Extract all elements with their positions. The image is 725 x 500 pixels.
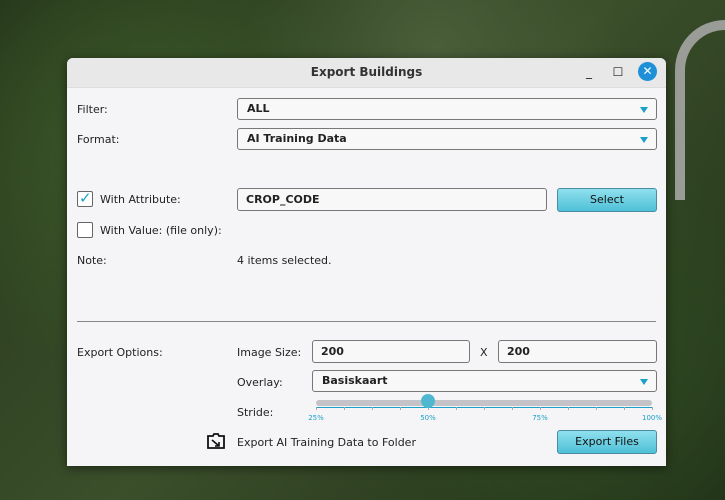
overlay-label: Overlay: <box>237 376 283 389</box>
stride-label: Stride: <box>237 406 274 419</box>
close-icon: ✕ <box>642 64 653 78</box>
stride-tick <box>596 407 597 410</box>
image-height-input[interactable]: 200 <box>498 340 657 363</box>
format-label: Format: <box>77 133 120 146</box>
export-folder-text: Export AI Training Data to Folder <box>237 436 416 449</box>
size-separator: X <box>480 346 488 359</box>
stride-tick <box>568 407 569 410</box>
folder-export-icon <box>207 433 225 449</box>
overlay-dropdown[interactable]: Basiskaart <box>312 370 657 392</box>
filter-value: ALL <box>247 102 270 115</box>
stride-tick-label: 100% <box>641 414 663 422</box>
title-bar: Export Buildings _ ☐ ✕ <box>67 58 666 88</box>
image-width-input[interactable]: 200 <box>312 340 470 363</box>
chevron-down-icon <box>640 107 648 113</box>
image-size-label: Image Size: <box>237 346 302 359</box>
stride-tick <box>652 407 653 410</box>
stride-tick <box>512 407 513 410</box>
export-files-button[interactable]: Export Files <box>557 430 657 454</box>
stride-slider-track[interactable] <box>316 400 652 406</box>
overlay-value: Basiskaart <box>322 374 388 387</box>
chevron-down-icon <box>640 137 648 143</box>
stride-tick <box>540 407 541 410</box>
stride-tick <box>400 407 401 410</box>
attribute-input[interactable]: CROP_CODE <box>237 188 547 211</box>
stride-tick-label: 25% <box>308 414 324 422</box>
minimize-button[interactable]: _ <box>579 62 599 82</box>
stride-tick <box>344 407 345 410</box>
export-options-label: Export Options: <box>77 346 163 359</box>
filter-label: Filter: <box>77 103 108 116</box>
background-road <box>675 20 725 200</box>
close-button[interactable]: ✕ <box>638 62 657 81</box>
note-value: 4 items selected. <box>237 254 332 267</box>
export-buildings-dialog: Export Buildings _ ☐ ✕ Filter: ALL Forma… <box>67 58 666 466</box>
chevron-down-icon <box>640 379 648 385</box>
stride-tick <box>484 407 485 410</box>
with-attribute-label: With Attribute: <box>100 193 181 206</box>
filter-dropdown[interactable]: ALL <box>237 98 657 120</box>
maximize-button[interactable]: ☐ <box>608 62 628 82</box>
stride-slider-thumb[interactable] <box>421 394 435 408</box>
stride-tick-label: 50% <box>420 414 436 422</box>
stride-tick <box>316 407 317 410</box>
divider <box>77 321 656 322</box>
format-dropdown[interactable]: AI Training Data <box>237 128 657 150</box>
with-value-label: With Value: (file only): <box>100 224 222 237</box>
with-attribute-checkbox[interactable]: ✓ <box>77 189 93 207</box>
format-value: AI Training Data <box>247 132 347 145</box>
stride-tick-label: 75% <box>532 414 548 422</box>
select-button[interactable]: Select <box>557 188 657 212</box>
stride-tick <box>372 407 373 410</box>
with-value-checkbox[interactable] <box>77 222 93 238</box>
window-title: Export Buildings <box>310 65 423 79</box>
stride-tick <box>456 407 457 410</box>
stride-tick <box>624 407 625 410</box>
note-label: Note: <box>77 254 107 267</box>
checkmark-icon: ✓ <box>79 189 92 207</box>
